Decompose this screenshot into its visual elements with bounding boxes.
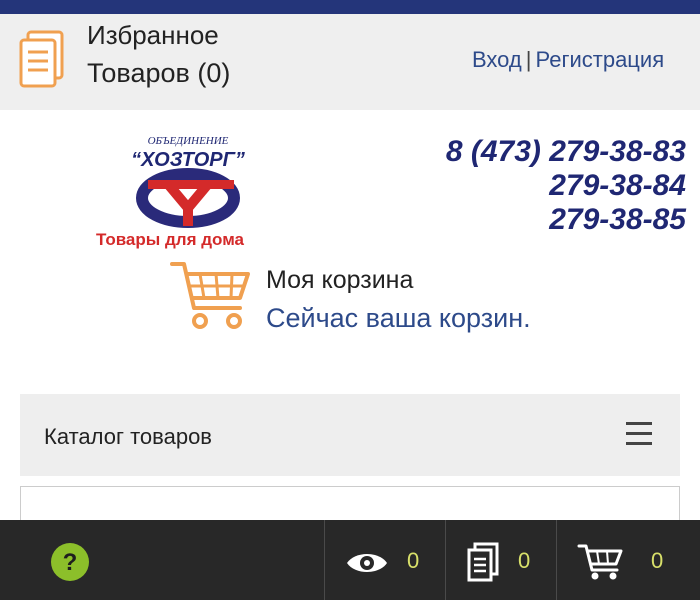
login-link[interactable]: Вход [472, 47, 522, 72]
bottom-cart-button[interactable]: 0 [557, 520, 700, 600]
register-link[interactable]: Регистрация [536, 47, 665, 72]
svg-text:“ХОЗТОРГ”: “ХОЗТОРГ” [131, 149, 245, 171]
cart-icon[interactable] [170, 258, 252, 334]
eye-icon [347, 554, 387, 572]
phone-number-3[interactable]: 279-38-85 [446, 203, 686, 237]
compare-count: 0 [518, 548, 531, 573]
phone-numbers: 8 (473) 279-38-83 279-38-84 279-38-85 [446, 135, 686, 237]
cart-title[interactable]: Моя корзина [266, 266, 413, 295]
bottom-toolbar: ? 0 0 0 [0, 520, 700, 600]
favorites-title[interactable]: Избранное [87, 20, 219, 51]
favorites-document-icon[interactable] [18, 30, 66, 90]
auth-links: Вход | Регистрация [472, 47, 664, 73]
phone-number-2[interactable]: 279-38-84 [446, 169, 686, 203]
catalog-bar[interactable]: Каталог товаров [20, 394, 680, 476]
top-accent-bar [0, 0, 700, 14]
cart-count: 0 [651, 548, 664, 573]
compare-documents-icon [467, 542, 499, 582]
compare-button[interactable]: 0 [446, 520, 556, 600]
shopping-cart-icon [577, 544, 623, 580]
svg-text:ОБЪЕДИНЕНИЕ: ОБЪЕДИНЕНИЕ [148, 135, 229, 147]
phone-number-1[interactable]: 8 (473) 279-38-83 [446, 135, 686, 169]
catalog-label: Каталог товаров [44, 424, 212, 449]
views-button[interactable]: 0 [325, 520, 445, 600]
views-count: 0 [407, 548, 420, 573]
auth-separator: | [525, 47, 532, 72]
header: Избранное Товаров (0) Вход | Регистрация [0, 14, 700, 110]
svg-text:?: ? [63, 549, 78, 576]
help-icon[interactable]: ? [50, 542, 90, 582]
favorites-count[interactable]: Товаров (0) [87, 58, 230, 89]
logo-tagline: Товары для дома [96, 230, 244, 249]
cart-status-link[interactable]: Сейчас ваша корзин. [266, 303, 531, 334]
hamburger-menu-icon[interactable] [626, 422, 652, 446]
